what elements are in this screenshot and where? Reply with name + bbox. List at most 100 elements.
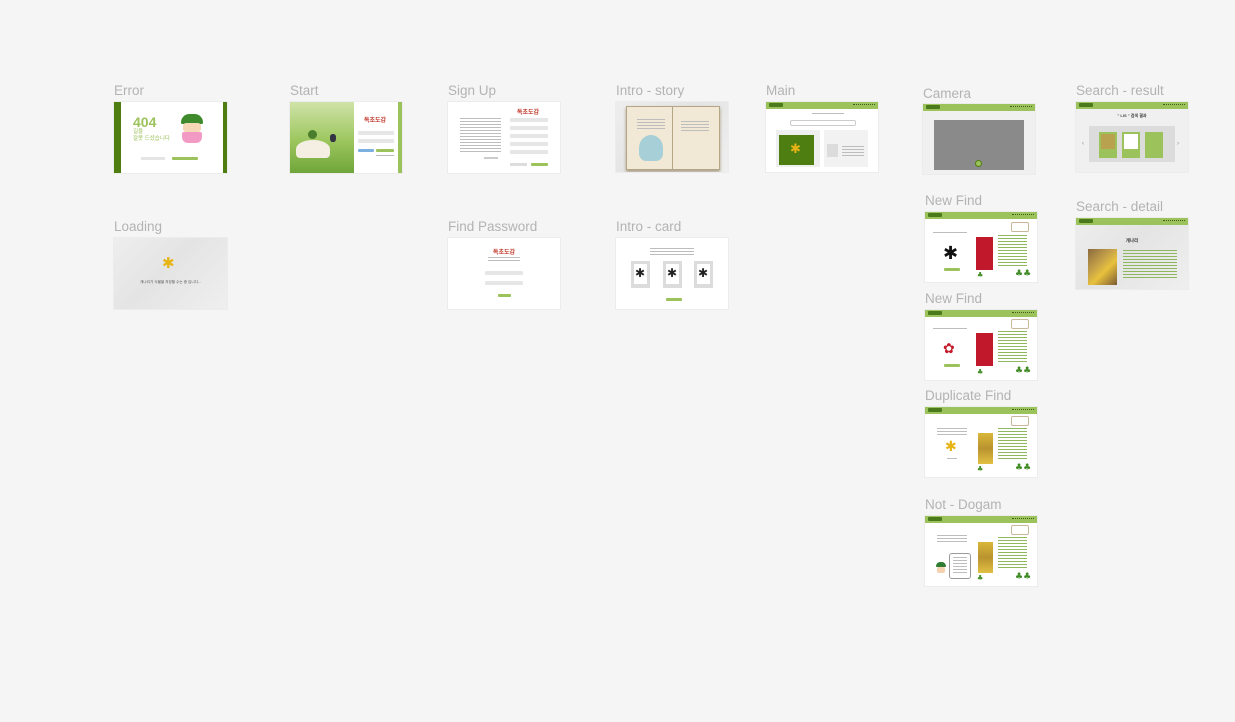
prev-arrow-icon[interactable]: ‹ — [1082, 141, 1084, 147]
left-border — [114, 102, 121, 173]
found-heading — [933, 232, 967, 234]
header-bar — [1076, 218, 1188, 225]
header-bar — [766, 102, 878, 109]
frame-label-signup[interactable]: Sign Up — [448, 83, 496, 98]
frame-label-find-password[interactable]: Find Password — [448, 219, 537, 234]
email-field[interactable] — [510, 150, 548, 154]
id-field[interactable] — [485, 271, 523, 275]
plant-description — [998, 331, 1027, 363]
frame-loading[interactable]: ✱ 개나리가 식물을 저장할 수는 중 입니다... — [114, 238, 227, 309]
frame-signup[interactable]: 독초도감 — [448, 102, 560, 173]
id-field[interactable] — [510, 118, 548, 122]
start-button[interactable] — [666, 298, 682, 301]
card-3[interactable]: ✱ — [694, 261, 713, 288]
login-panel: 독초도감 — [354, 102, 398, 173]
find-password-link[interactable] — [376, 155, 394, 156]
frame-start[interactable]: 독초도감 — [290, 102, 402, 173]
tree-icon: ♣ — [977, 368, 984, 376]
login-button[interactable] — [376, 149, 394, 152]
right-border — [398, 102, 402, 173]
plant-photo — [976, 333, 993, 366]
frame-search-detail[interactable]: 개나리 — [1076, 218, 1188, 289]
tree-icon: ♣ — [977, 465, 984, 473]
cancel-button[interactable] — [510, 163, 527, 166]
not-dogam-heading — [937, 535, 967, 542]
plant-description — [1123, 250, 1177, 280]
frame-label-camera[interactable]: Camera — [923, 86, 971, 101]
signup-button[interactable] — [358, 149, 374, 152]
frame-label-intro-story[interactable]: Intro - story — [616, 83, 684, 98]
frame-label-not-dogam[interactable]: Not - Dogam — [925, 497, 1002, 512]
tree-icon: ♣♣ — [1015, 572, 1032, 582]
find-button[interactable] — [498, 294, 511, 297]
save-button[interactable] — [944, 364, 960, 367]
header-bar — [925, 407, 1037, 414]
frame-label-search-detail[interactable]: Search - detail — [1076, 199, 1163, 214]
error-code: 404 — [133, 114, 157, 130]
tree-icon: ♣ — [977, 574, 984, 582]
frame-label-error[interactable]: Error — [114, 83, 144, 98]
card-2[interactable]: ✱ — [663, 261, 682, 288]
agree-checkbox[interactable] — [484, 157, 498, 159]
mascot-illustration — [179, 114, 205, 144]
frame-label-duplicate-find[interactable]: Duplicate Find — [925, 388, 1011, 403]
error-message: 길을 잘못 드셨습니다 — [133, 129, 170, 142]
header-bar — [925, 310, 1037, 317]
next-arrow-icon[interactable]: › — [1177, 141, 1179, 147]
shutter-button[interactable] — [975, 160, 982, 167]
red-flower-icon: ✿ — [943, 341, 955, 357]
frame-label-intro-card[interactable]: Intro - card — [616, 219, 681, 234]
tree-icon: ♣♣ — [1015, 269, 1032, 279]
frame-search-result[interactable]: " LIS " 검색 결과 ‹ › — [1076, 102, 1188, 172]
email-field[interactable] — [485, 281, 523, 285]
frame-label-loading[interactable]: Loading — [114, 219, 162, 234]
frame-new-find-2[interactable]: ✿ ♣ ♣♣ — [925, 310, 1037, 380]
frame-find-password[interactable]: 독초도감 — [448, 238, 560, 309]
password-confirm-field[interactable] — [510, 134, 548, 138]
terms-text — [460, 118, 501, 154]
frame-label-search-result[interactable]: Search - result — [1076, 83, 1164, 98]
tree-icon: ♣♣ — [1015, 366, 1032, 376]
plant-photo — [978, 542, 993, 573]
frame-not-dogam[interactable]: ♣ ♣♣ — [925, 516, 1037, 586]
girl-illustration — [639, 135, 663, 161]
save-button[interactable] — [944, 268, 960, 271]
back-button[interactable] — [172, 157, 198, 160]
submit-button[interactable] — [531, 163, 548, 166]
plant-description — [998, 537, 1027, 569]
id-input[interactable] — [358, 131, 394, 135]
plant-description — [998, 235, 1027, 267]
frame-intro-card[interactable]: ✱ ✱ ✱ — [616, 238, 728, 309]
name-field[interactable] — [510, 142, 548, 146]
plant-photo — [1088, 249, 1117, 285]
frame-new-find-1[interactable]: ✱ ♣ ♣♣ — [925, 212, 1037, 282]
plant-photo — [976, 237, 993, 270]
today-plant-card: ✱ — [776, 130, 820, 167]
intro-text — [650, 248, 694, 255]
frame-main[interactable]: ✱ — [766, 102, 878, 172]
frame-label-new-find-2[interactable]: New Find — [925, 291, 982, 306]
frame-intro-story[interactable] — [616, 102, 728, 172]
mascot-icon — [935, 562, 947, 574]
tree-icon: ♣♣ — [1015, 463, 1032, 473]
password-input[interactable] — [358, 139, 394, 143]
password-field[interactable] — [510, 126, 548, 130]
search-bar[interactable] — [790, 120, 856, 126]
loading-flower-icon: ✱ — [162, 254, 175, 272]
meadow-image — [290, 102, 354, 173]
frame-label-new-find-1[interactable]: New Find — [925, 193, 982, 208]
card-1[interactable]: ✱ — [631, 261, 650, 288]
frame-camera[interactable] — [923, 104, 1035, 174]
frame-error[interactable]: 404 길을 잘못 드셨습니다 — [114, 102, 227, 173]
result-title: " LIS " 검색 결과 — [1117, 113, 1147, 118]
duplicate-heading — [937, 428, 967, 435]
frame-label-main[interactable]: Main — [766, 83, 795, 98]
speech-bubble — [1011, 222, 1029, 232]
figma-canvas[interactable]: { "frames": { "error": "Error", "start":… — [0, 0, 1235, 722]
story-text-left — [637, 119, 665, 131]
speech-bubble — [1011, 319, 1029, 329]
right-border — [223, 102, 227, 173]
frame-label-start[interactable]: Start — [290, 83, 319, 98]
frame-duplicate-find[interactable]: ✱ ♣ ♣♣ — [925, 407, 1037, 477]
home-button[interactable] — [141, 157, 165, 160]
